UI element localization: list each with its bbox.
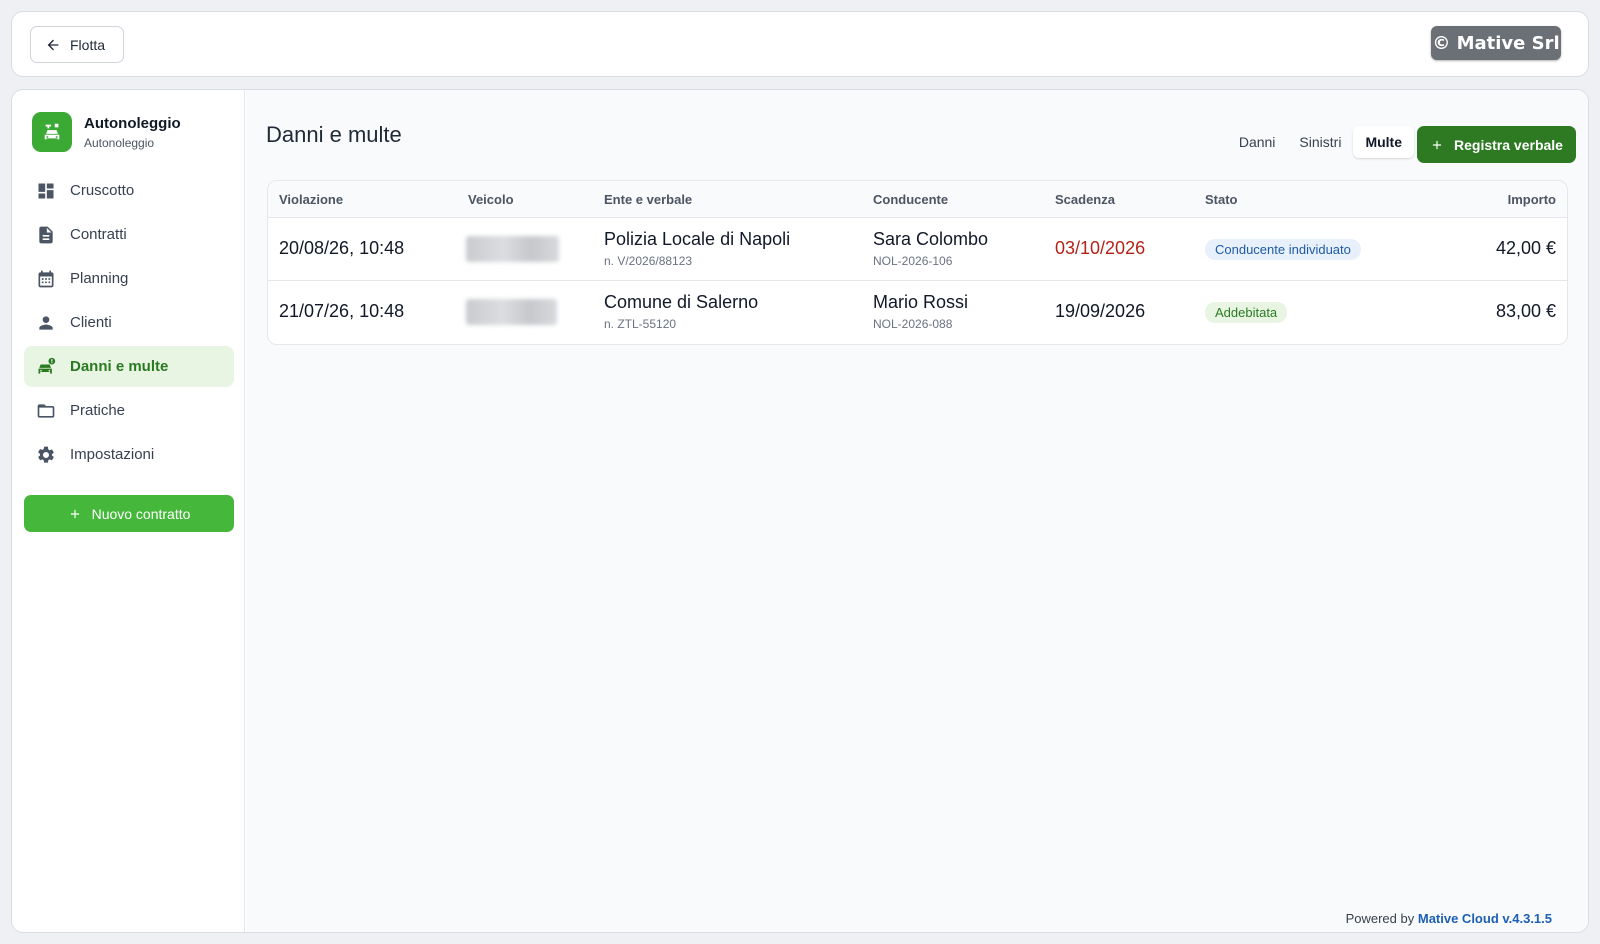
calendar-icon (38, 270, 54, 287)
car-rental-icon (44, 123, 60, 140)
sidebar-item-clienti[interactable]: Clienti (24, 302, 234, 343)
sidebar-item-label: Contratti (70, 226, 127, 243)
header-scadenza[interactable]: Scadenza (1055, 192, 1115, 207)
driver-name: Sara Colombo (873, 229, 989, 249)
top-bar: Flotta © Mative Srl (11, 11, 1589, 77)
fines-table: Violazione Veicolo Ente e verbale Conduc… (267, 180, 1568, 345)
sidebar-item-label: Pratiche (70, 402, 126, 419)
footer-brand-link[interactable]: Mative Cloud v.4.3.1.5 (1418, 911, 1552, 926)
document-icon (39, 226, 53, 243)
register-report-label: Registra verbale (1454, 136, 1563, 153)
amount: 83,00 € (1495, 301, 1556, 321)
vehicle-plate-redacted (466, 236, 559, 262)
violation-date: 21/07/26, 10:48 (279, 301, 405, 321)
brand-logo (32, 112, 72, 152)
status-badge: Addebitata (1205, 302, 1288, 323)
report-number: n. V/2026/88123 (604, 254, 693, 268)
violation-date: 20/08/26, 10:48 (279, 238, 405, 258)
tab-danni[interactable]: Danni (1227, 126, 1288, 158)
footer-prefix: Powered by (1345, 911, 1415, 926)
status-cell: Addebitata (1205, 302, 1288, 323)
company-logo: © Mative Srl (1431, 26, 1561, 60)
report-number: n. ZTL-55120 (604, 317, 677, 331)
due-date: 19/09/2026 (1055, 301, 1146, 321)
gear-icon (38, 446, 54, 463)
register-report-button[interactable]: Registra verbale (1417, 126, 1576, 163)
header-violazione[interactable]: Violazione (279, 192, 343, 207)
sidebar-item-pratiche[interactable]: Pratiche (24, 390, 234, 431)
sidebar-item-label: Cruscotto (70, 182, 135, 199)
authority-cell: Comune di Salerno n. ZTL-55120 (604, 292, 758, 331)
table-header: Violazione Veicolo Ente e verbale Conduc… (268, 181, 1567, 218)
tab-sinistri[interactable]: Sinistri (1287, 126, 1353, 158)
sidebar-item-contratti[interactable]: Contratti (24, 214, 234, 255)
page-title: Danni e multe (266, 122, 402, 147)
sidebar-item-label: Clienti (70, 314, 112, 331)
status-badge: Conducente individuato (1205, 239, 1361, 260)
new-contract-label: Nuovo contratto (91, 505, 191, 522)
vehicle-plate-redacted (466, 299, 557, 325)
due-date: 03/10/2026 (1055, 238, 1146, 258)
driver-name: Mario Rossi (873, 292, 969, 312)
header-veicolo[interactable]: Veicolo (468, 192, 514, 207)
tab-bar: Danni Sinistri Multe (1227, 126, 1414, 158)
driver-cell: Mario Rossi NOL-2026-088 (873, 292, 968, 331)
car-alert-icon (38, 357, 56, 374)
sidebar-item-danni-e-multe[interactable]: Danni e multe (24, 346, 234, 387)
back-button-label: Flotta (70, 36, 106, 53)
dashboard-icon (38, 183, 54, 198)
main-content: Danni e multe Danni Sinistri Multe Regis… (246, 90, 1588, 932)
sidebar-nav: Cruscotto Contratti Planning Clienti Dan… (24, 170, 234, 478)
new-contract-button[interactable]: Nuovo contratto (24, 495, 234, 532)
header-importo[interactable]: Importo (1508, 192, 1556, 207)
brand-title: Autonoleggio (84, 114, 181, 132)
sidebar-item-impostazioni[interactable]: Impostazioni (24, 434, 234, 475)
back-button[interactable]: Flotta (30, 26, 124, 63)
driver-cell: Sara Colombo NOL-2026-106 (873, 229, 988, 268)
main-frame: Autonoleggio Autonoleggio Cruscotto Cont… (11, 89, 1589, 933)
contract-number: NOL-2026-088 (873, 317, 953, 331)
plus-icon (70, 509, 79, 518)
table-row[interactable]: 21/07/26, 10:48 Comune di Salerno n. ZTL… (268, 281, 1567, 344)
arrow-left-icon (47, 39, 59, 50)
tab-multe[interactable]: Multe (1353, 126, 1414, 158)
sidebar-item-cruscotto[interactable]: Cruscotto (24, 170, 234, 211)
authority-cell: Polizia Locale di Napoli n. V/2026/88123 (604, 229, 790, 268)
sidebar-item-label: Impostazioni (70, 446, 155, 463)
person-icon (39, 315, 53, 330)
amount: 42,00 € (1495, 238, 1556, 258)
sidebar-item-label: Planning (70, 270, 129, 287)
brand-subtitle: Autonoleggio (84, 135, 155, 150)
authority-name: Comune di Salerno (604, 292, 759, 312)
folder-icon (37, 403, 55, 418)
sidebar: Autonoleggio Autonoleggio Cruscotto Cont… (12, 90, 245, 932)
footer: Powered by Mative Cloud v.4.3.1.5 (1346, 911, 1552, 926)
brand: Autonoleggio Autonoleggio (32, 112, 181, 152)
header-ente[interactable]: Ente e verbale (604, 192, 692, 207)
plus-icon (1432, 140, 1442, 149)
status-cell: Conducente individuato (1205, 239, 1361, 260)
contract-number: NOL-2026-106 (873, 254, 953, 268)
sidebar-item-planning[interactable]: Planning (24, 258, 234, 299)
header-stato[interactable]: Stato (1205, 192, 1238, 207)
header-conducente[interactable]: Conducente (873, 192, 948, 207)
sidebar-item-label: Danni e multe (70, 358, 169, 375)
authority-name: Polizia Locale di Napoli (604, 229, 791, 249)
table-row[interactable]: 20/08/26, 10:48 Polizia Locale di Napoli… (268, 218, 1567, 281)
